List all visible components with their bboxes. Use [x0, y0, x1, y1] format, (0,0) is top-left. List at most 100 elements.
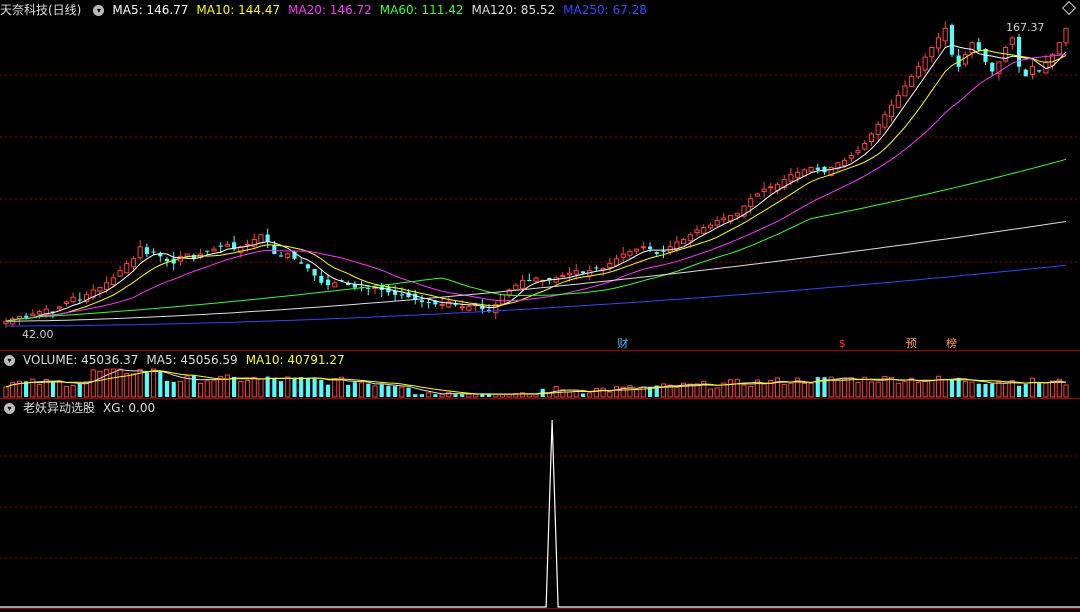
volume-bar — [815, 377, 820, 397]
volume-bar — [144, 372, 149, 397]
candle-body — [1063, 27, 1069, 44]
volume-bar — [372, 385, 378, 398]
candle-body — [151, 251, 156, 253]
candle-body — [848, 155, 854, 159]
volume-bar — [996, 381, 1002, 398]
volume-bar — [352, 382, 357, 397]
candle-body — [97, 287, 103, 292]
volume-bar — [734, 378, 740, 398]
volume-bar — [915, 382, 921, 398]
candle-body — [969, 42, 975, 54]
volume-bar — [453, 394, 458, 397]
candle-body — [768, 186, 774, 189]
volume-bar — [285, 376, 291, 398]
candle-body — [868, 133, 875, 143]
candle-body — [124, 263, 130, 274]
stock-chart[interactable]: 167.37 42.00 财 $ 预 榜 — [0, 0, 1080, 612]
volume-bar — [24, 381, 29, 397]
candle-body — [895, 95, 901, 108]
candle-body — [164, 259, 170, 262]
candle-body — [1016, 36, 1022, 67]
candle-body — [701, 227, 707, 234]
candle-body — [935, 37, 942, 49]
candle-body — [727, 215, 734, 222]
candle-body — [218, 245, 223, 247]
candle-body — [211, 248, 217, 252]
candle-body — [352, 284, 357, 288]
candle-body — [77, 299, 82, 301]
volume-bar — [164, 380, 170, 397]
volume-bar — [888, 377, 895, 398]
volume-bar — [674, 387, 680, 398]
volume-bar — [224, 374, 230, 398]
volume-bar — [151, 368, 157, 398]
candle-body — [915, 66, 921, 78]
volume-bar — [36, 383, 43, 398]
candle-body — [929, 46, 935, 58]
candle-body — [922, 56, 928, 71]
candle-body — [634, 248, 640, 252]
volume-bar — [983, 383, 988, 397]
candle-body — [654, 252, 659, 254]
volume-bar — [902, 381, 908, 398]
volume-bar — [312, 378, 317, 397]
candle-body — [721, 217, 727, 221]
candle-body — [110, 277, 116, 286]
volume-bar — [801, 383, 807, 398]
volume-bar — [808, 382, 814, 398]
volume-bar — [761, 383, 767, 398]
candle-body — [714, 219, 720, 226]
candle-body — [734, 212, 740, 217]
candle-body — [244, 243, 251, 246]
volume-bar — [533, 393, 539, 398]
candle-body — [875, 123, 881, 135]
volume-bar — [204, 380, 210, 398]
candle-body — [862, 143, 868, 150]
volume-bar — [305, 378, 310, 397]
volume-bar — [707, 388, 714, 398]
volume-bar — [319, 379, 324, 397]
volume-bar — [413, 394, 418, 397]
volume-bar — [990, 383, 995, 397]
volume-bar — [1029, 377, 1036, 398]
candle-body — [325, 279, 331, 286]
volume-bar — [124, 372, 130, 398]
volume-bar — [566, 391, 573, 398]
volume-bar — [265, 376, 270, 397]
volume-bar — [244, 379, 251, 398]
volume-bar — [774, 377, 781, 398]
candle-body — [855, 150, 861, 154]
volume-bar — [238, 381, 244, 398]
candle-body — [1009, 37, 1015, 45]
candle-body — [681, 239, 687, 245]
volume-bar — [117, 368, 123, 398]
volume-bar — [83, 381, 90, 398]
candle-body — [613, 258, 620, 266]
candle-body — [393, 290, 398, 295]
candle-body — [419, 300, 425, 302]
candle-body — [30, 313, 36, 317]
candle-body — [272, 244, 277, 254]
candle-body — [513, 284, 519, 291]
ma120-line — [6, 221, 1067, 322]
volume-bar — [70, 384, 76, 398]
volume-bar — [627, 385, 633, 398]
volume-bar — [171, 381, 176, 397]
candle-body — [788, 174, 794, 182]
volume-bar — [788, 382, 794, 398]
volume-bar — [466, 393, 472, 398]
volume-bar — [848, 377, 854, 398]
candle-body — [224, 243, 230, 247]
volume-bar — [346, 384, 351, 397]
volume-bar — [1003, 382, 1009, 398]
candle-body — [1023, 69, 1028, 77]
volume-bar — [1050, 380, 1056, 398]
volume-bar — [63, 385, 69, 398]
volume-bar — [399, 386, 405, 398]
volume-bar — [781, 384, 787, 398]
candle-body — [627, 251, 633, 256]
volume-bar — [640, 386, 646, 398]
volume-bar — [962, 380, 968, 398]
candle-body — [822, 166, 827, 173]
candle-body — [566, 272, 573, 276]
